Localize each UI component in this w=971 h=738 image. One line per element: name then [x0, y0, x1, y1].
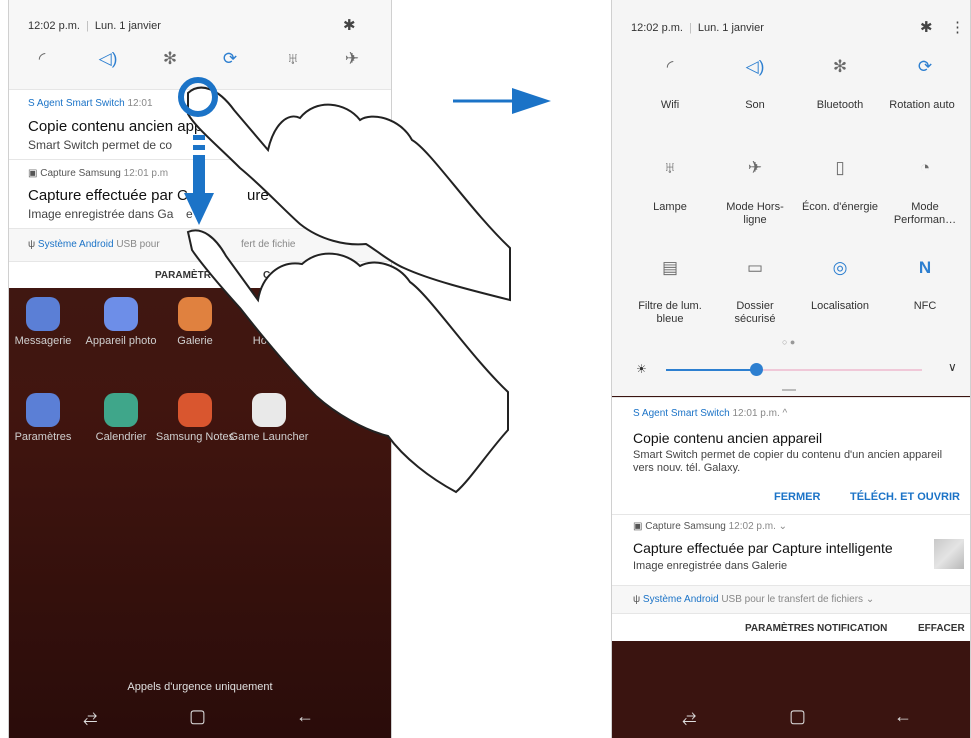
tile-location-label: Localisation	[810, 300, 870, 312]
quick-settings-panel: 12:02 p.m. | Lun. 1 janvier ✱ ⋮ ◜ ◁) ✻ ⟳ W…	[612, 0, 970, 396]
location-icon[interactable]: ◎	[825, 258, 855, 278]
tile-nfc-label: NFC	[913, 300, 937, 312]
rotation-icon[interactable]: ⟳	[910, 57, 940, 77]
swipe-down-arrow-icon	[184, 193, 214, 225]
notif-detail: USB pour le transfert de fichiers	[721, 594, 864, 605]
sound-icon[interactable]: ◁)	[740, 57, 770, 77]
smart-switch-icon: S	[633, 408, 640, 419]
tile-bluetooth-label: Bluetooth	[816, 99, 864, 111]
right-phone-screen: 12:02 p.m. | Lun. 1 janvier ✱ ⋮ ◜ ◁) ✻ ⟳ W…	[611, 0, 971, 738]
notif-header: ▣ Capture Samsung 12:02 p.m. ⌄	[633, 521, 787, 532]
notif-app: Agent Smart Switch	[641, 408, 730, 419]
notif-time: 12:01 p.m.	[732, 408, 780, 419]
recent-apps-icon[interactable]: ⥄	[682, 706, 696, 727]
back-icon[interactable]: ←	[894, 706, 912, 727]
status-date: Lun. 1 janvier	[697, 22, 764, 34]
nfc-icon[interactable]: N	[910, 258, 940, 278]
notif-title: Copie contenu ancien appareil	[633, 430, 823, 446]
screenshot-thumbnail[interactable]	[934, 539, 964, 569]
notification-smart-switch[interactable]: S Agent Smart Switch 12:01 p.m. ^ Copie …	[612, 397, 970, 515]
clear-button[interactable]: EFFACER	[918, 623, 965, 634]
notif-header: S Agent Smart Switch 12:01 p.m. ^	[633, 408, 787, 419]
tile-power-saving-label: Écon. d'énergie	[801, 201, 879, 213]
status-bar: 12:02 p.m. | Lun. 1 janvier	[631, 22, 764, 34]
notif-body: Smart Switch permet de copier du contenu…	[633, 449, 943, 474]
status-time: 12:02 p.m.	[631, 22, 683, 34]
notification-capture[interactable]: ▣ Capture Samsung 12:02 p.m. ⌄ Capture e…	[612, 514, 970, 586]
brightness-icon: ☀	[636, 362, 647, 376]
chevron-down-icon[interactable]: ∨	[948, 360, 957, 374]
notification-footer: PARAMÈTRES NOTIFICATION EFFACER	[612, 613, 970, 641]
close-button[interactable]: FERMER	[774, 491, 820, 503]
page-indicator: ○ ●	[782, 337, 796, 347]
flashlight-icon[interactable]: ♅	[655, 158, 685, 178]
drag-handle[interactable]	[782, 389, 796, 391]
notif-body: Image enregistrée dans Galerie	[633, 560, 788, 572]
notification-settings-button[interactable]: PARAMÈTRES NOTIFICATION	[745, 623, 887, 634]
settings-gear-icon[interactable]: ✱	[920, 18, 933, 36]
tile-rotation-label: Rotation auto	[889, 99, 955, 111]
notif-title: Capture effectuée par Capture intelligen…	[633, 540, 893, 556]
tile-sound-label: Son	[745, 99, 765, 111]
tile-flashlight-label: Lampe	[653, 201, 687, 213]
tile-performance-label: Mode Performan…	[893, 201, 957, 226]
battery-icon[interactable]: ▯	[825, 158, 855, 178]
tile-blue-light-label: Filtre de lum. bleue	[638, 300, 702, 325]
tile-wifi-label: Wifi	[660, 99, 680, 111]
chevron-up-icon[interactable]: ^	[783, 408, 788, 419]
download-open-button[interactable]: TÉLÉCH. ET OUVRIR	[850, 491, 960, 503]
notification-android-system[interactable]: ψ Système Android USB pour le transfert …	[612, 585, 970, 614]
brightness-knob[interactable]	[749, 363, 763, 376]
notif-header: ψ Système Android USB pour le transfert …	[633, 594, 874, 605]
brightness-fill	[666, 369, 756, 371]
chevron-down-icon[interactable]: ⌄	[866, 594, 874, 605]
tile-airplane-label: Mode Hors-ligne	[726, 201, 784, 226]
tile-secure-folder-label: Dossier sécurisé	[734, 300, 776, 325]
bluetooth-icon[interactable]: ✻	[825, 57, 855, 77]
usb-icon: ψ	[633, 594, 641, 605]
home-icon[interactable]: ▢	[789, 706, 806, 727]
more-options-icon[interactable]: ⋮	[950, 18, 965, 36]
blue-light-icon[interactable]: ▤	[655, 258, 685, 278]
brightness-slider[interactable]	[666, 363, 922, 376]
performance-icon[interactable]: ◔	[910, 158, 940, 178]
chevron-down-icon[interactable]: ⌄	[779, 521, 787, 532]
transition-arrow-icon	[512, 88, 551, 114]
notif-app: Système Android	[642, 594, 719, 605]
notif-app: Capture Samsung	[645, 521, 726, 532]
notif-time: 12:02 p.m.	[728, 521, 776, 532]
wifi-icon[interactable]: ◜	[655, 57, 685, 77]
gallery-icon: ▣	[633, 521, 643, 532]
secure-folder-icon[interactable]: ▭	[740, 258, 770, 278]
airplane-icon[interactable]: ✈	[740, 158, 770, 178]
